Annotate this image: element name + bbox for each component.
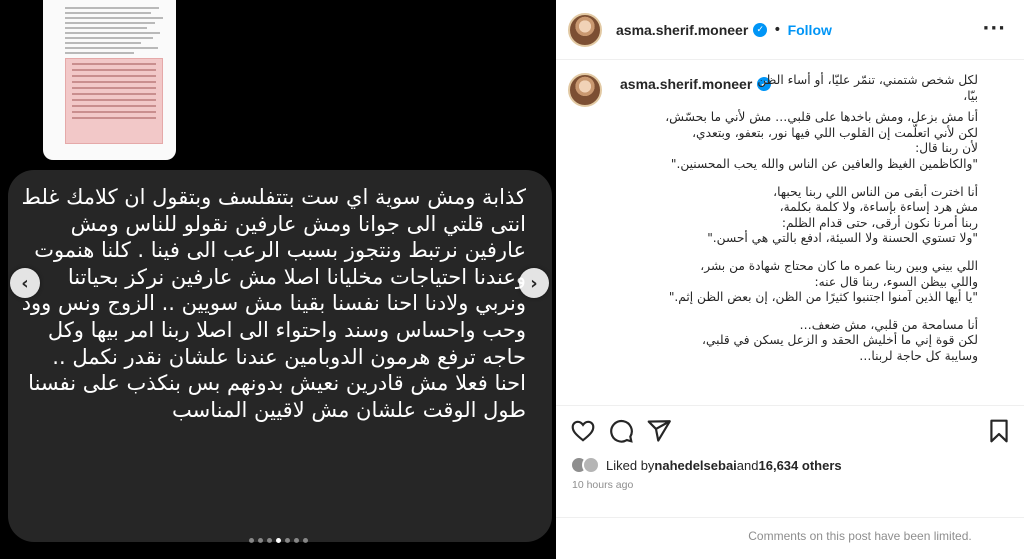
message-bubble-text: كذابة ومش سوية اي ست بتتفلسف وبتقول ان ك… bbox=[21, 185, 526, 422]
caption-line: لكن قوة إني ما أخليش الحقد و الزعل يسكن … bbox=[702, 333, 978, 348]
caption-line: واللي بيظن السوء، ربنا قال عنه: bbox=[814, 274, 978, 289]
post-media[interactable]: كذابة ومش سوية اي ست بتتفلسف وبتقول ان ك… bbox=[0, 0, 556, 559]
caption-line: لكن لأني اتعلّمت إن القلوب اللي فيها نور… bbox=[692, 125, 978, 140]
action-bar bbox=[556, 405, 1024, 455]
carousel-dot bbox=[257, 538, 263, 543]
chevron-left-icon: ‹ bbox=[21, 272, 29, 294]
carousel-dot bbox=[302, 538, 308, 543]
post-header: asma.sherif.moneer ✓ • Follow ··· bbox=[556, 0, 1024, 60]
carousel-dot-active bbox=[275, 538, 281, 543]
highlighted-section bbox=[65, 58, 163, 144]
carousel-indicator bbox=[0, 538, 556, 543]
caption-line: وسايبة كل حاجة لربنا… bbox=[859, 348, 978, 363]
caption-line: أنا اخترت أبقى من الناس اللي ربنا يحبها، bbox=[773, 184, 978, 199]
follow-button[interactable]: Follow bbox=[788, 22, 832, 38]
caption-text: لكل شخص شتمني، تنمّر عليّا، أو أساء الظن… bbox=[612, 73, 978, 365]
caption-line: اللي بيني وبين ربنا عمره ما كان محتاج شه… bbox=[700, 258, 978, 273]
caption-avatar[interactable] bbox=[568, 73, 602, 107]
avatar[interactable] bbox=[568, 12, 602, 47]
carousel-dot bbox=[266, 538, 272, 543]
likes-count[interactable]: 16,634 others bbox=[759, 458, 842, 473]
likes-summary[interactable]: Liked by nahedelsebai and 16,634 others bbox=[570, 456, 842, 474]
likes-prefix: Liked by bbox=[606, 457, 655, 473]
comments-limited-notice: Comments on this post have been limited. bbox=[556, 517, 1024, 543]
carousel-next-button[interactable]: › bbox=[519, 268, 549, 298]
document-text-lines bbox=[65, 4, 163, 57]
more-options-icon[interactable]: ··· bbox=[982, 18, 1006, 39]
caption-line: "يا أيها الذين آمنوا اجتنبوا كثيرًا من ا… bbox=[668, 290, 978, 305]
caption-line: "والكاظمين الغيظ والعافين عن الناس والله… bbox=[670, 156, 978, 171]
carousel-prev-button[interactable]: ‹ bbox=[10, 268, 40, 298]
caption-line: مش هرد إساءة بإساءة، ولا كلمة بكلمة، bbox=[779, 200, 978, 215]
post-timestamp[interactable]: 10 hours ago bbox=[572, 479, 633, 491]
likes-and: and bbox=[736, 457, 759, 473]
document-screenshot-image bbox=[43, 0, 176, 160]
carousel-dot bbox=[284, 538, 290, 543]
carousel-dot bbox=[293, 538, 299, 543]
post-details-panel: asma.sherif.moneer ✓ • Follow ··· asma.s… bbox=[556, 0, 1024, 559]
caption-line: أنا مسامحة من قلبي، مش ضعف… bbox=[799, 317, 978, 332]
liker-username[interactable]: nahedelsebai bbox=[654, 458, 736, 473]
comment-icon[interactable] bbox=[608, 418, 634, 444]
chevron-right-icon: › bbox=[530, 272, 538, 294]
caption-line: لكل شخص شتمني، تنمّر عليّا، أو أساء الظن bbox=[757, 73, 978, 87]
like-heart-icon[interactable] bbox=[570, 418, 596, 444]
liker-avatar bbox=[582, 456, 600, 474]
caption-scroll-area[interactable]: asma.sherif.moneer ✓ لكل شخص شتمني، تنمّ… bbox=[556, 61, 1024, 405]
caption-line: أنا مش بزعل، ومش باخدها على قلبي… مش لأن… bbox=[665, 110, 978, 125]
caption-line: لأن ربنا قال: bbox=[915, 141, 978, 156]
author-username[interactable]: asma.sherif.moneer bbox=[616, 22, 748, 38]
caption-line: ربنا أمرنا نكون أرقى، حتى قدام الظلم: bbox=[781, 215, 978, 230]
verified-badge-icon: ✓ bbox=[753, 22, 768, 37]
caption-line: "ولا تستوي الحسنة ولا السيئة، ادفع بالتي… bbox=[707, 231, 978, 246]
save-bookmark-icon[interactable] bbox=[986, 418, 1012, 444]
caption-line: بيّا، bbox=[963, 88, 978, 103]
carousel-dot bbox=[248, 538, 254, 543]
message-bubble: كذابة ومش سوية اي ست بتتفلسف وبتقول ان ك… bbox=[8, 170, 552, 542]
separator-dot: • bbox=[773, 21, 782, 38]
share-icon[interactable] bbox=[646, 418, 672, 444]
